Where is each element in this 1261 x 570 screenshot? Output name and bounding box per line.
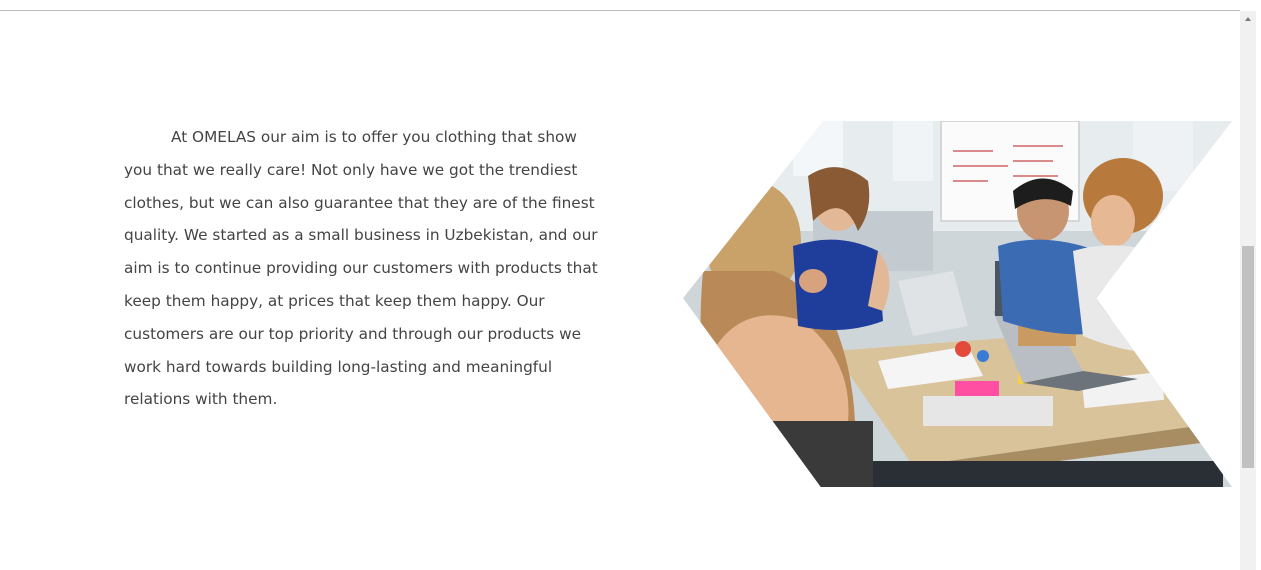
team-meeting-photo bbox=[683, 121, 1232, 487]
top-divider bbox=[0, 10, 1240, 11]
page-scrollbar[interactable] bbox=[1240, 11, 1256, 570]
about-paragraph: At OMELAS our aim is to offer you clothi… bbox=[124, 128, 598, 409]
page: At OMELAS our aim is to offer you clothi… bbox=[0, 0, 1261, 570]
scroll-thumb[interactable] bbox=[1242, 246, 1254, 468]
scroll-up-arrow-icon[interactable] bbox=[1245, 17, 1251, 21]
